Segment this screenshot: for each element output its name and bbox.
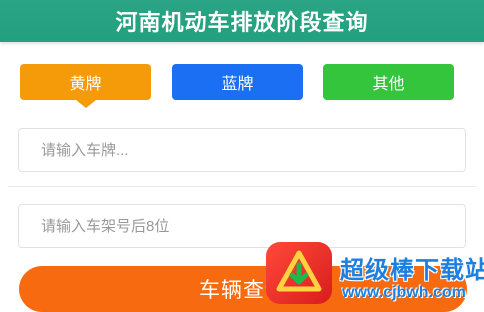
watermark-brand: 超级棒下载站 xyxy=(340,257,484,284)
divider xyxy=(8,186,476,187)
tab-other-plate-label: 其他 xyxy=(372,76,405,93)
selected-tab-pointer xyxy=(76,100,96,108)
tab-other-plate[interactable]: 其他 xyxy=(323,64,454,100)
tab-yellow-plate-label: 黄牌 xyxy=(69,76,102,93)
app-header: 河南机动车排放阶段查询 xyxy=(0,0,484,42)
tab-yellow-plate[interactable]: 黄牌 xyxy=(20,64,151,108)
plate-number-input[interactable] xyxy=(18,128,466,172)
download-logo-icon xyxy=(266,242,332,304)
tab-blue-plate[interactable]: 蓝牌 xyxy=(172,64,303,100)
watermark-url: www.cjbwh.com xyxy=(342,284,466,301)
tab-blue-plate-label: 蓝牌 xyxy=(221,76,254,93)
watermark: 超级棒下载站 www.cjbwh.com xyxy=(264,238,484,312)
page-title: 河南机动车排放阶段查询 xyxy=(115,10,369,35)
